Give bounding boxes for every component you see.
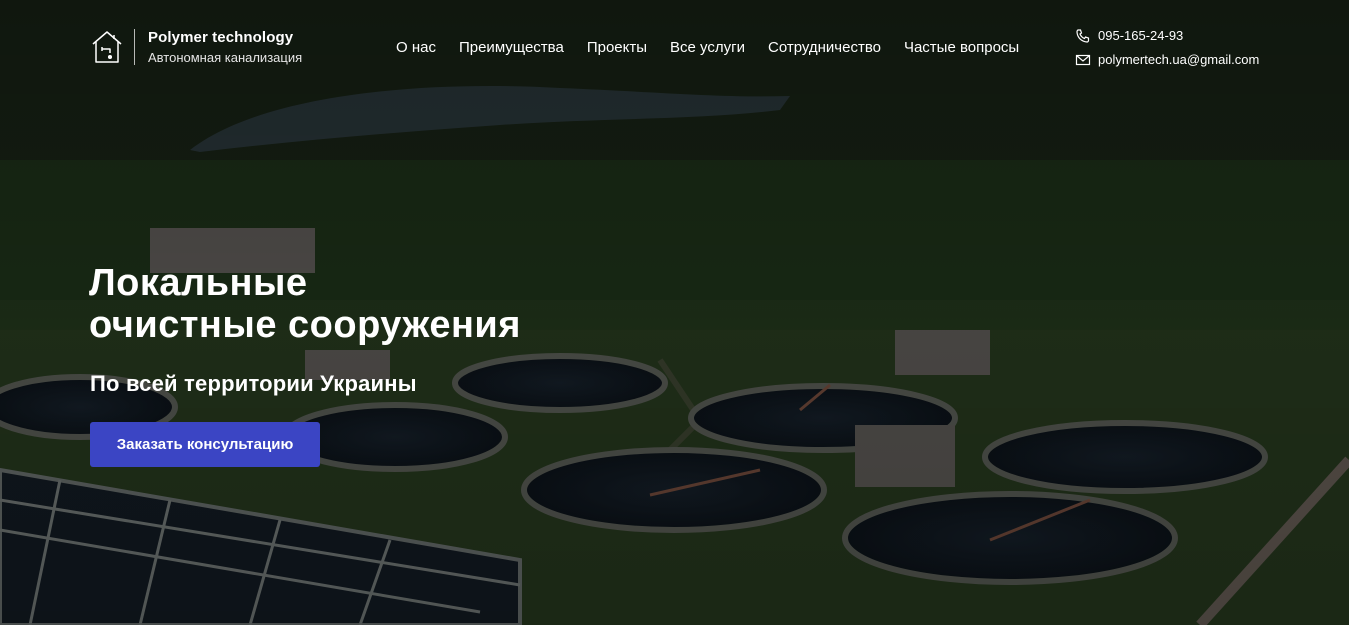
nav-item-advantages[interactable]: Преимущества — [459, 39, 564, 57]
hero-title-line-1: Локальные — [89, 262, 308, 304]
brand-tagline: Автономная канализация — [148, 50, 303, 65]
phone-number: 095-165-24-93 — [1098, 28, 1184, 43]
logo-link[interactable]: Polymer technology Автономная канализаци… — [90, 28, 302, 66]
hero-subtitle: По всей территории Украины — [90, 371, 417, 396]
nav-item-cooperation[interactable]: Сотрудничество — [768, 39, 881, 57]
order-consultation-button[interactable]: Заказать консультацию — [90, 422, 320, 467]
phone-icon — [1076, 28, 1090, 43]
nav-item-projects[interactable]: Проекты — [587, 39, 647, 57]
brand-name: Polymer technology — [148, 29, 294, 46]
email-contact[interactable]: polymertech.ua@gmail.com — [1075, 51, 1259, 68]
nav-item-about[interactable]: О нас — [396, 39, 436, 57]
nav-item-faq[interactable]: Частые вопросы — [904, 39, 1019, 57]
site-header: Polymer technology Автономная канализаци… — [0, 0, 1349, 90]
hero-title-line-2: очистные сооружения — [89, 304, 521, 346]
email-address: polymertech.ua@gmail.com — [1098, 52, 1260, 67]
phone-contact[interactable]: 095-165-24-93 — [1075, 27, 1259, 44]
envelope-icon — [1075, 54, 1091, 65]
logo-divider — [134, 29, 135, 65]
nav-item-services[interactable]: Все услуги — [670, 39, 745, 57]
logo-text: Polymer technology Автономная канализаци… — [148, 28, 302, 66]
hero-title: Локальные очистные сооружения — [89, 262, 709, 346]
header-contacts: 095-165-24-93 polymertech.ua@gmail.com — [1075, 27, 1259, 75]
main-nav: О нас Преимущества Проекты Все услуги Со… — [396, 39, 1019, 57]
house-faucet-icon — [92, 31, 122, 63]
